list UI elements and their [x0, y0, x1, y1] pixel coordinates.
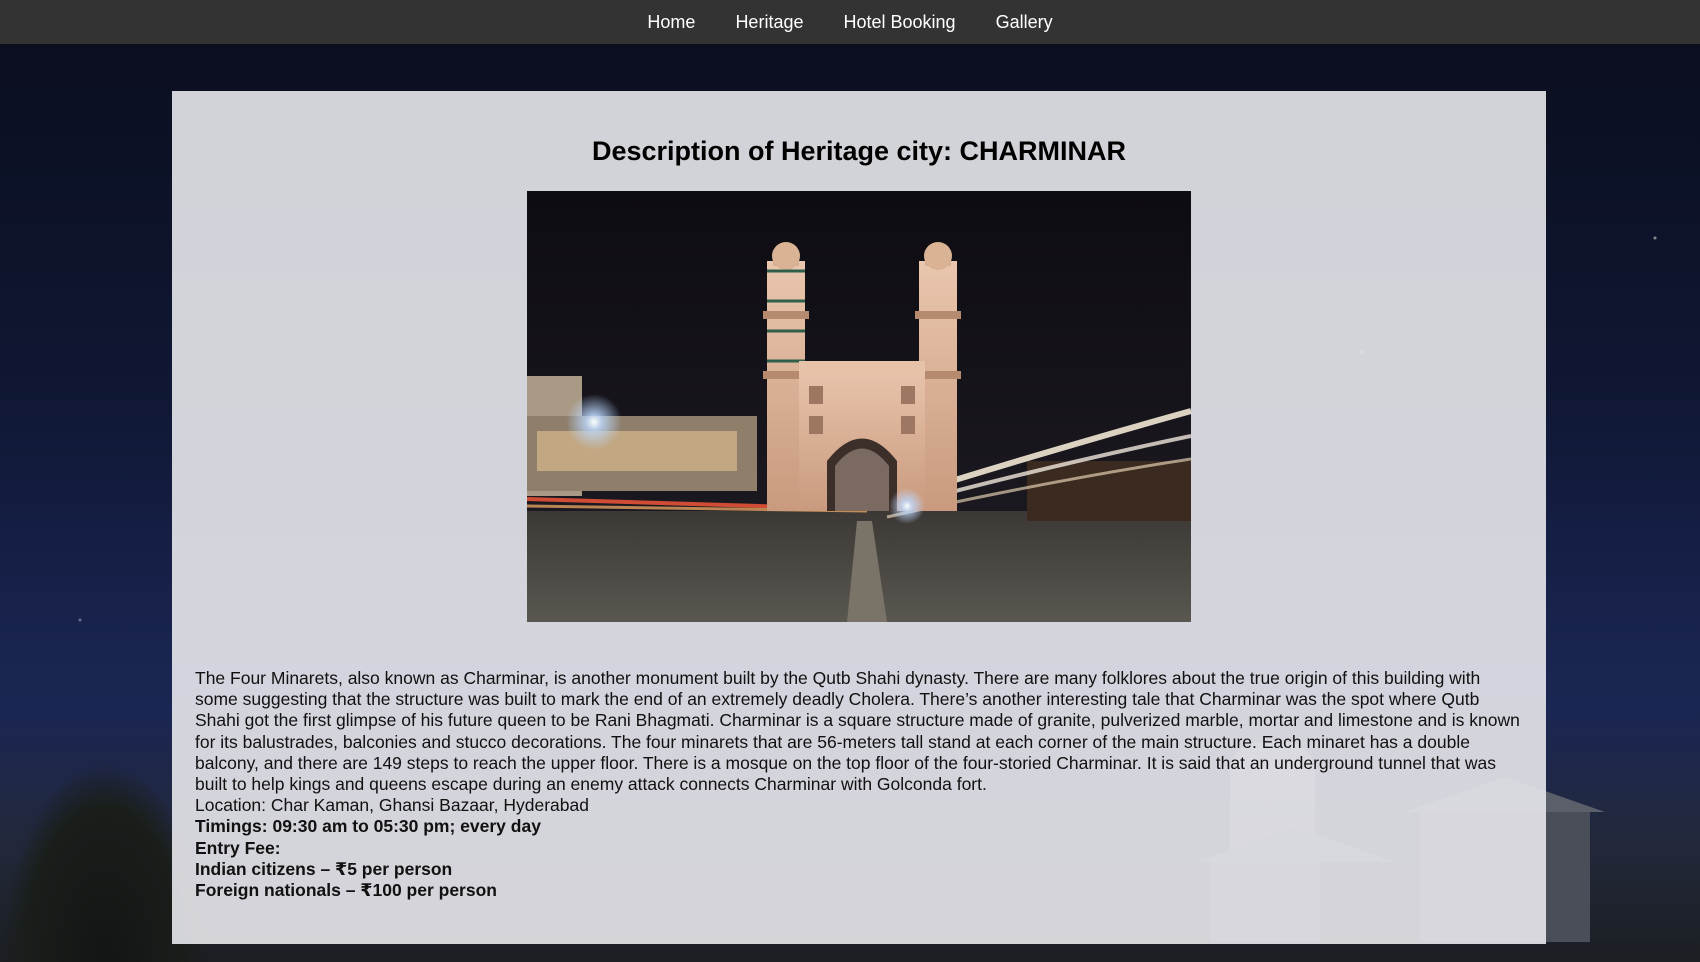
page-title: Description of Heritage city: CHARMINAR: [591, 136, 1127, 166]
charminar-illustration: [527, 191, 1191, 622]
fee-indian-text: Indian citizens – ₹5 per person: [195, 858, 453, 879]
nav-hotel-booking[interactable]: Hotel Booking: [823, 0, 975, 44]
nav-heritage[interactable]: Heritage: [715, 0, 823, 44]
timings-text: Timings: 09:30 am to 05:30 pm; every day: [195, 816, 541, 837]
nav-home[interactable]: Home: [627, 0, 715, 44]
location-text: Location: Char Kaman, Ghansi Bazaar, Hyd…: [195, 795, 589, 816]
entry-fee-label: Entry Fee:: [195, 837, 281, 858]
description-block: The Four Minarets, also known as Charmin…: [195, 668, 1525, 901]
fee-foreign-text: Foreign nationals – ₹100 per person: [195, 880, 497, 901]
top-navbar: Home Heritage Hotel Booking Gallery: [0, 0, 1700, 44]
charminar-photo: [527, 191, 1191, 622]
content-card: Description of Heritage city: CHARMINAR: [172, 91, 1546, 944]
nav-gallery[interactable]: Gallery: [976, 0, 1073, 44]
description-paragraph: The Four Minarets, also known as Charmin…: [195, 668, 1520, 795]
